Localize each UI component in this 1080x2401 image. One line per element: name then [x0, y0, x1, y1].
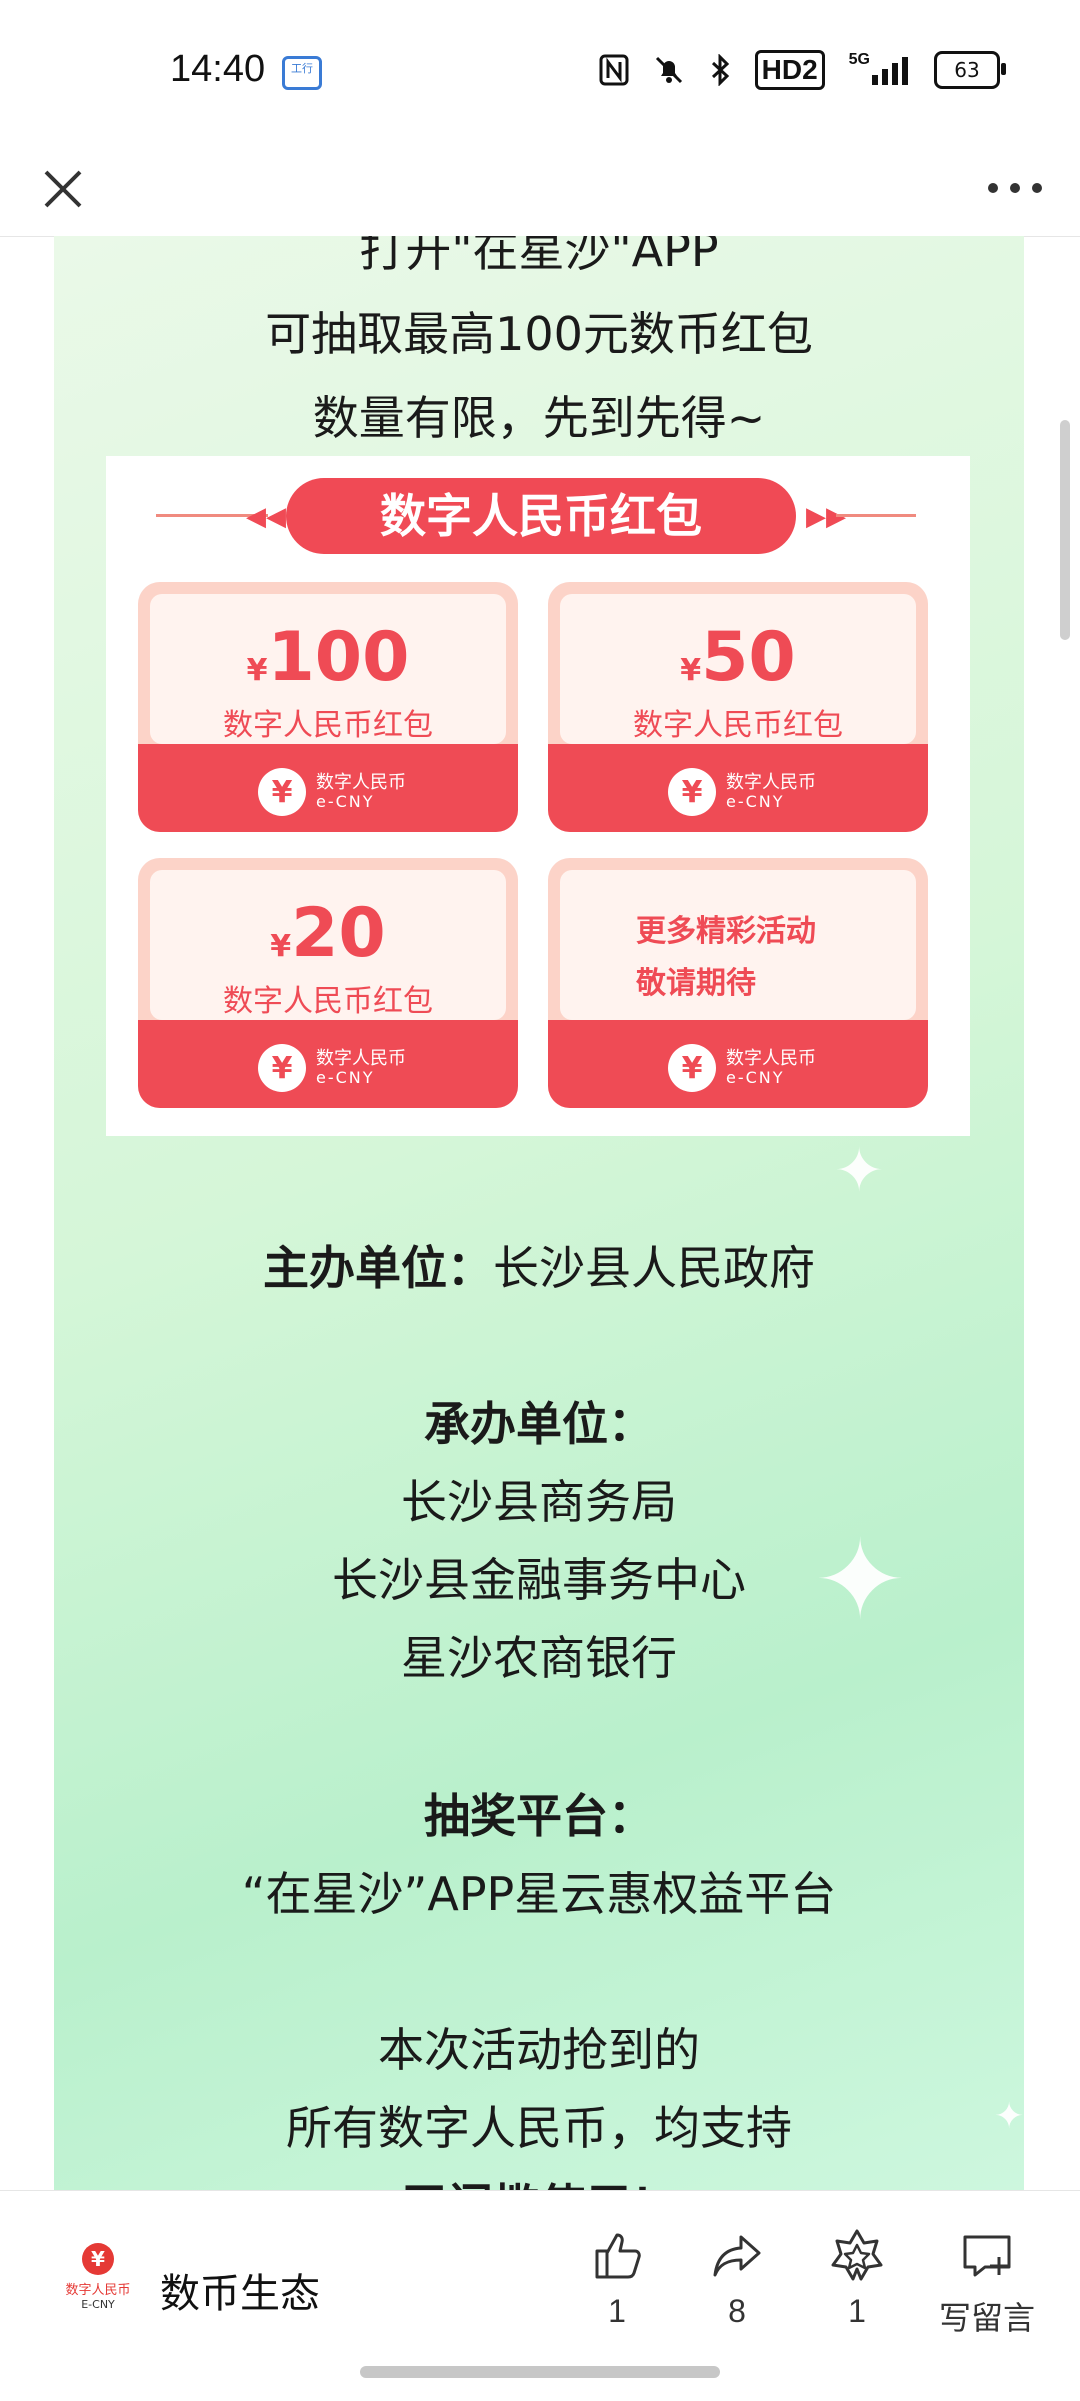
- organizer-item: 星沙农商银行: [401, 1631, 677, 1685]
- red-packet-promo-image: ◀◀ 数字人民币红包 ▶▶ ¥100 数字人民币红包 ¥ 数字人民币 e-CNY …: [106, 456, 970, 1136]
- close-icon: [44, 170, 82, 208]
- organizer-item: 长沙县商务局: [401, 1475, 677, 1529]
- more-icon-dot: [1032, 183, 1042, 193]
- yuan-coin-icon: ¥: [258, 768, 306, 816]
- favorite-count: 1: [848, 2293, 866, 2329]
- mute-bell-icon: [653, 53, 685, 87]
- network-type: 5G: [848, 51, 870, 68]
- footer-line: 本次活动抢到的: [378, 2023, 700, 2077]
- share-count: 8: [728, 2293, 746, 2329]
- brand-logo-en: E-CNY: [81, 2298, 115, 2311]
- account-name[interactable]: 数币生态: [160, 2261, 320, 2319]
- ecny-logo: ¥ 数字人民币 e-CNY: [668, 768, 816, 816]
- intro-line: 数量有限，先到先得~: [312, 391, 766, 445]
- organizer-label: 承办单位：: [424, 1397, 654, 1451]
- ecny-logo: ¥ 数字人民币 e-CNY: [258, 768, 406, 816]
- comment-add-icon: [963, 2235, 1011, 2277]
- ecny-logo: ¥ 数字人民币 e-CNY: [258, 1044, 406, 1092]
- write-comment-label: 写留言: [938, 2300, 1035, 2336]
- close-button[interactable]: [28, 154, 98, 224]
- status-time: 14:40: [170, 48, 266, 90]
- scrollbar[interactable]: [1060, 420, 1070, 640]
- card-amount: ¥100: [246, 618, 410, 697]
- ecny-logo: ¥ 数字人民币 e-CNY: [668, 1044, 816, 1092]
- red-packet-card: ¥100 数字人民币红包 ¥ 数字人民币 e-CNY: [138, 582, 518, 832]
- app-notification-icon: 工行: [282, 56, 322, 90]
- share-button[interactable]: 8: [682, 2227, 792, 2330]
- like-count: 1: [608, 2293, 626, 2329]
- yuan-coin-icon: ¥: [82, 2243, 114, 2275]
- more-activities-text: 更多精彩活动: [636, 914, 816, 949]
- card-label: 数字人民币红包: [223, 984, 433, 1019]
- card-amount: ¥20: [270, 894, 386, 973]
- banner-divider: [836, 514, 916, 517]
- write-comment-button[interactable]: 写留言: [922, 2227, 1052, 2339]
- yuan-coin-icon: ¥: [668, 768, 716, 816]
- brand-logo-cn: 数字人民币: [65, 2283, 131, 2298]
- yuan-coin-icon: ¥: [668, 1044, 716, 1092]
- signal-icon: 5G: [848, 51, 910, 87]
- sparkle-icon: ✦: [834, 1136, 885, 1206]
- status-bar: 14:40 工行 HD2 5G 63: [0, 0, 1080, 140]
- like-button[interactable]: 1: [562, 2227, 672, 2330]
- organizer-item: 长沙县金融事务中心: [332, 1553, 746, 1607]
- more-icon-dot: [1010, 183, 1020, 193]
- stay-tuned-text: 敬请期待: [636, 966, 756, 1001]
- battery-indicator: 63: [934, 51, 1006, 89]
- intro-line: 可抽取最高100元数币红包: [265, 307, 813, 361]
- host-value: 长沙县人民政府: [493, 1241, 815, 1295]
- more-options-button[interactable]: [980, 168, 1050, 208]
- ecny-brand-logo[interactable]: ¥ 数字人民币 E-CNY: [58, 2243, 138, 2311]
- status-icons: HD2 5G 63: [599, 50, 1006, 90]
- platform-label: 抽奖平台：: [424, 1789, 654, 1843]
- host-label: 主办单位：: [263, 1241, 493, 1295]
- article-content[interactable]: 打开"在星沙"APP 可抽取最高100元数币红包 数量有限，先到先得~ ◀◀ 数…: [54, 236, 1024, 2190]
- promo-banner: 数字人民币红包: [286, 478, 796, 554]
- arrow-right-icon: ▶▶: [806, 502, 846, 532]
- card-label: 数字人民币红包: [223, 708, 433, 743]
- top-navigation-bar: [0, 140, 1080, 237]
- footer-line: 无门槛使用！: [54, 2170, 1024, 2190]
- arrow-left-icon: ◀◀: [246, 502, 286, 532]
- hd-voice-icon: HD2: [754, 50, 825, 90]
- favorite-button[interactable]: 1: [802, 2227, 912, 2330]
- star-badge-icon: [831, 2229, 883, 2281]
- more-activities-card: 更多精彩活动 敬请期待 ¥ 数字人民币 e-CNY: [548, 858, 928, 1108]
- footer-line: 所有数字人民币，均支持: [286, 2101, 792, 2155]
- red-packet-card: ¥50 数字人民币红包 ¥ 数字人民币 e-CNY: [548, 582, 928, 832]
- home-indicator[interactable]: [360, 2366, 720, 2378]
- bluetooth-icon: [709, 53, 731, 87]
- card-label: 数字人民币红包: [633, 708, 843, 743]
- thumbs-up-icon: [595, 2233, 641, 2279]
- share-arrow-icon: [713, 2235, 761, 2277]
- card-amount: ¥50: [680, 618, 796, 697]
- red-packet-card: ¥20 数字人民币红包 ¥ 数字人民币 e-CNY: [138, 858, 518, 1108]
- more-icon-dot: [988, 183, 998, 193]
- yuan-coin-icon: ¥: [258, 1044, 306, 1092]
- host-line: 主办单位：长沙县人民政府: [54, 1232, 1024, 1298]
- platform-value: “在星沙”APP星云惠权益平台: [241, 1867, 837, 1921]
- intro-line: 打开"在星沙"APP: [359, 236, 719, 277]
- nfc-icon: [599, 53, 629, 87]
